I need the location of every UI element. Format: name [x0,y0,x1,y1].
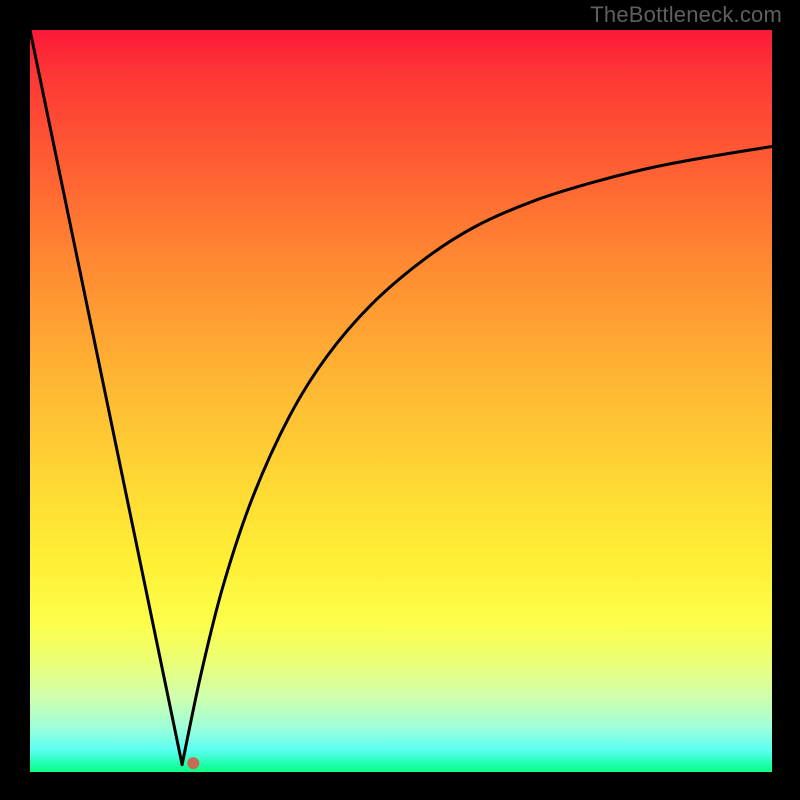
curve-right-branch [182,146,772,764]
plot-svg [30,30,772,772]
watermark-text: TheBottleneck.com [590,2,782,28]
plot-area [30,30,772,772]
chart-frame: TheBottleneck.com [0,0,800,800]
curve-left-branch [30,30,182,765]
minimum-marker [187,757,199,769]
